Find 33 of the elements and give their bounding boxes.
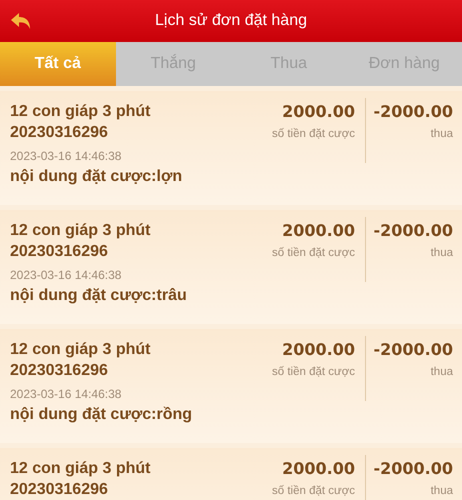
bet-amount: 2000.00: [281, 458, 355, 479]
order-time: 2023-03-16 14:46:38: [10, 148, 122, 165]
bet-content: nội dung đặt cược:lợn: [10, 167, 184, 187]
order-time: 2023-03-16 14:46:38: [10, 386, 122, 403]
bet-label: số tiền đặt cược: [271, 484, 355, 499]
game-name: 12 con giáp 3 phút: [10, 340, 152, 360]
result-label: thua: [430, 246, 453, 261]
bet-amount: 2000.00: [281, 339, 355, 360]
result-amount: -2000.00: [372, 101, 453, 122]
bet-content: nội dung đặt cược:rồng: [10, 405, 194, 425]
bet-content: nội dung đặt cược:trâu: [10, 286, 188, 306]
page-title: Lịch sử đơn đặt hàng: [154, 12, 308, 30]
order-number: 20230316296: [10, 242, 109, 262]
bet-amount: 2000.00: [281, 101, 355, 122]
order-number: 20230316296: [10, 361, 109, 381]
back-button[interactable]: [10, 11, 32, 31]
bet-label: số tiền đặt cược: [271, 127, 355, 142]
bet-amount: 2000.00: [281, 220, 355, 241]
game-name: 12 con giáp 3 phút: [10, 459, 152, 479]
result-amount: -2000.00: [372, 339, 453, 360]
result-amount: -2000.00: [372, 458, 453, 479]
result-label: thua: [430, 127, 453, 142]
order-number: 20230316296: [10, 123, 109, 143]
bet-label: số tiền đặt cược: [271, 246, 355, 261]
game-name: 12 con giáp 3 phút: [10, 221, 152, 241]
order-number: 20230316296: [10, 480, 109, 500]
order-time: 2023-03-16 14:46:38: [10, 267, 122, 284]
result-label: thua: [430, 484, 453, 499]
tab[interactable]: Tất cả: [0, 42, 116, 86]
result-amount: -2000.00: [372, 220, 453, 241]
bet-label: số tiền đặt cược: [271, 365, 355, 380]
game-name: 12 con giáp 3 phút: [10, 102, 152, 122]
result-label: thua: [430, 365, 453, 380]
